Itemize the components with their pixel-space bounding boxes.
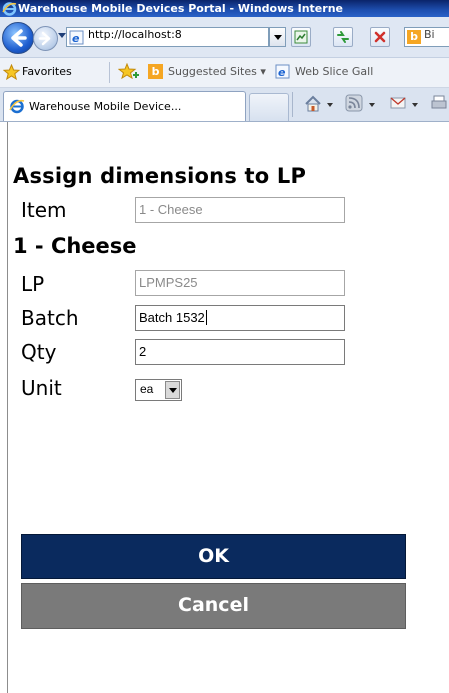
recent-pages-dropdown-icon[interactable]	[58, 33, 66, 39]
lp-field: LPMPS25	[135, 270, 345, 296]
toolbar-divider	[109, 62, 110, 83]
ie-page-icon: e	[69, 30, 84, 45]
unit-select[interactable]: ea	[135, 379, 182, 401]
refresh-icon	[337, 31, 349, 43]
page-title: Assign dimensions to LP	[13, 164, 307, 188]
home-dropdown-icon[interactable]	[327, 103, 333, 107]
compatibility-view-icon	[294, 30, 308, 44]
item-name-heading: 1 - Cheese	[13, 234, 137, 258]
toolbar-divider	[292, 92, 293, 117]
back-arrow-icon	[11, 29, 27, 47]
batch-value: Batch 1532	[139, 310, 205, 325]
stop-icon	[374, 31, 386, 43]
feeds-icon[interactable]	[345, 94, 363, 112]
tab-label: Warehouse Mobile Device...	[29, 100, 182, 113]
stop-button[interactable]	[370, 27, 390, 47]
bing-icon: b	[148, 64, 163, 79]
tab-warehouse-portal[interactable]: Warehouse Mobile Device...	[3, 91, 246, 121]
navigation-bar: e http://localhost:8 b Bi	[0, 17, 449, 58]
window-titlebar: Warehouse Mobile Devices Portal - Window…	[0, 0, 449, 17]
internet-explorer-icon	[2, 2, 17, 16]
suggested-sites-link[interactable]: Suggested Sites ▾	[168, 65, 266, 78]
address-url[interactable]: http://localhost:8	[88, 28, 240, 41]
chevron-down-icon[interactable]	[165, 381, 180, 399]
forward-button[interactable]	[33, 26, 58, 51]
bing-icon: b	[407, 30, 421, 44]
text-caret	[205, 310, 207, 325]
forward-arrow-icon	[38, 31, 51, 46]
svg-text:e: e	[278, 66, 286, 79]
new-tab-button[interactable]	[249, 93, 289, 121]
item-field: 1 - Cheese	[135, 197, 345, 223]
refresh-button[interactable]	[333, 27, 353, 47]
qty-field[interactable]: 2	[135, 339, 345, 365]
unit-selected-value: ea	[140, 382, 154, 396]
item-label: Item	[21, 198, 67, 222]
favorites-star-icon[interactable]	[3, 64, 20, 80]
lp-label: LP	[21, 272, 45, 296]
address-dropdown-button[interactable]	[269, 27, 286, 47]
ie-page-icon: e	[275, 64, 290, 79]
ok-button[interactable]: OK	[21, 534, 406, 579]
compatibility-view-button[interactable]	[291, 27, 311, 47]
favorites-button[interactable]: Favorites	[22, 65, 72, 78]
back-button[interactable]	[2, 22, 34, 54]
svg-text:e: e	[72, 32, 80, 45]
cancel-button[interactable]: Cancel	[21, 583, 406, 629]
add-to-favorites-icon[interactable]	[118, 63, 140, 81]
home-icon[interactable]	[303, 94, 323, 114]
search-text[interactable]: Bi	[424, 28, 435, 41]
window-title: Warehouse Mobile Devices Portal - Window…	[18, 2, 343, 15]
batch-label: Batch	[21, 306, 79, 330]
address-bar[interactable]: e http://localhost:8	[66, 27, 269, 47]
unit-label: Unit	[21, 376, 62, 400]
favorites-bar: Favorites b Suggested Sites ▾ e Web Slic…	[0, 58, 449, 88]
print-icon[interactable]	[430, 94, 448, 112]
web-slice-gallery-link[interactable]: Web Slice Gall	[295, 65, 373, 78]
batch-field[interactable]: Batch 1532	[135, 305, 345, 331]
feeds-dropdown-icon[interactable]	[369, 103, 375, 107]
internet-explorer-icon	[9, 99, 25, 114]
mail-icon[interactable]	[389, 94, 407, 112]
tab-bar: Warehouse Mobile Device...	[0, 88, 449, 122]
qty-label: Qty	[21, 340, 57, 364]
search-box[interactable]: b Bi	[404, 27, 449, 47]
mail-dropdown-icon[interactable]	[412, 103, 418, 107]
